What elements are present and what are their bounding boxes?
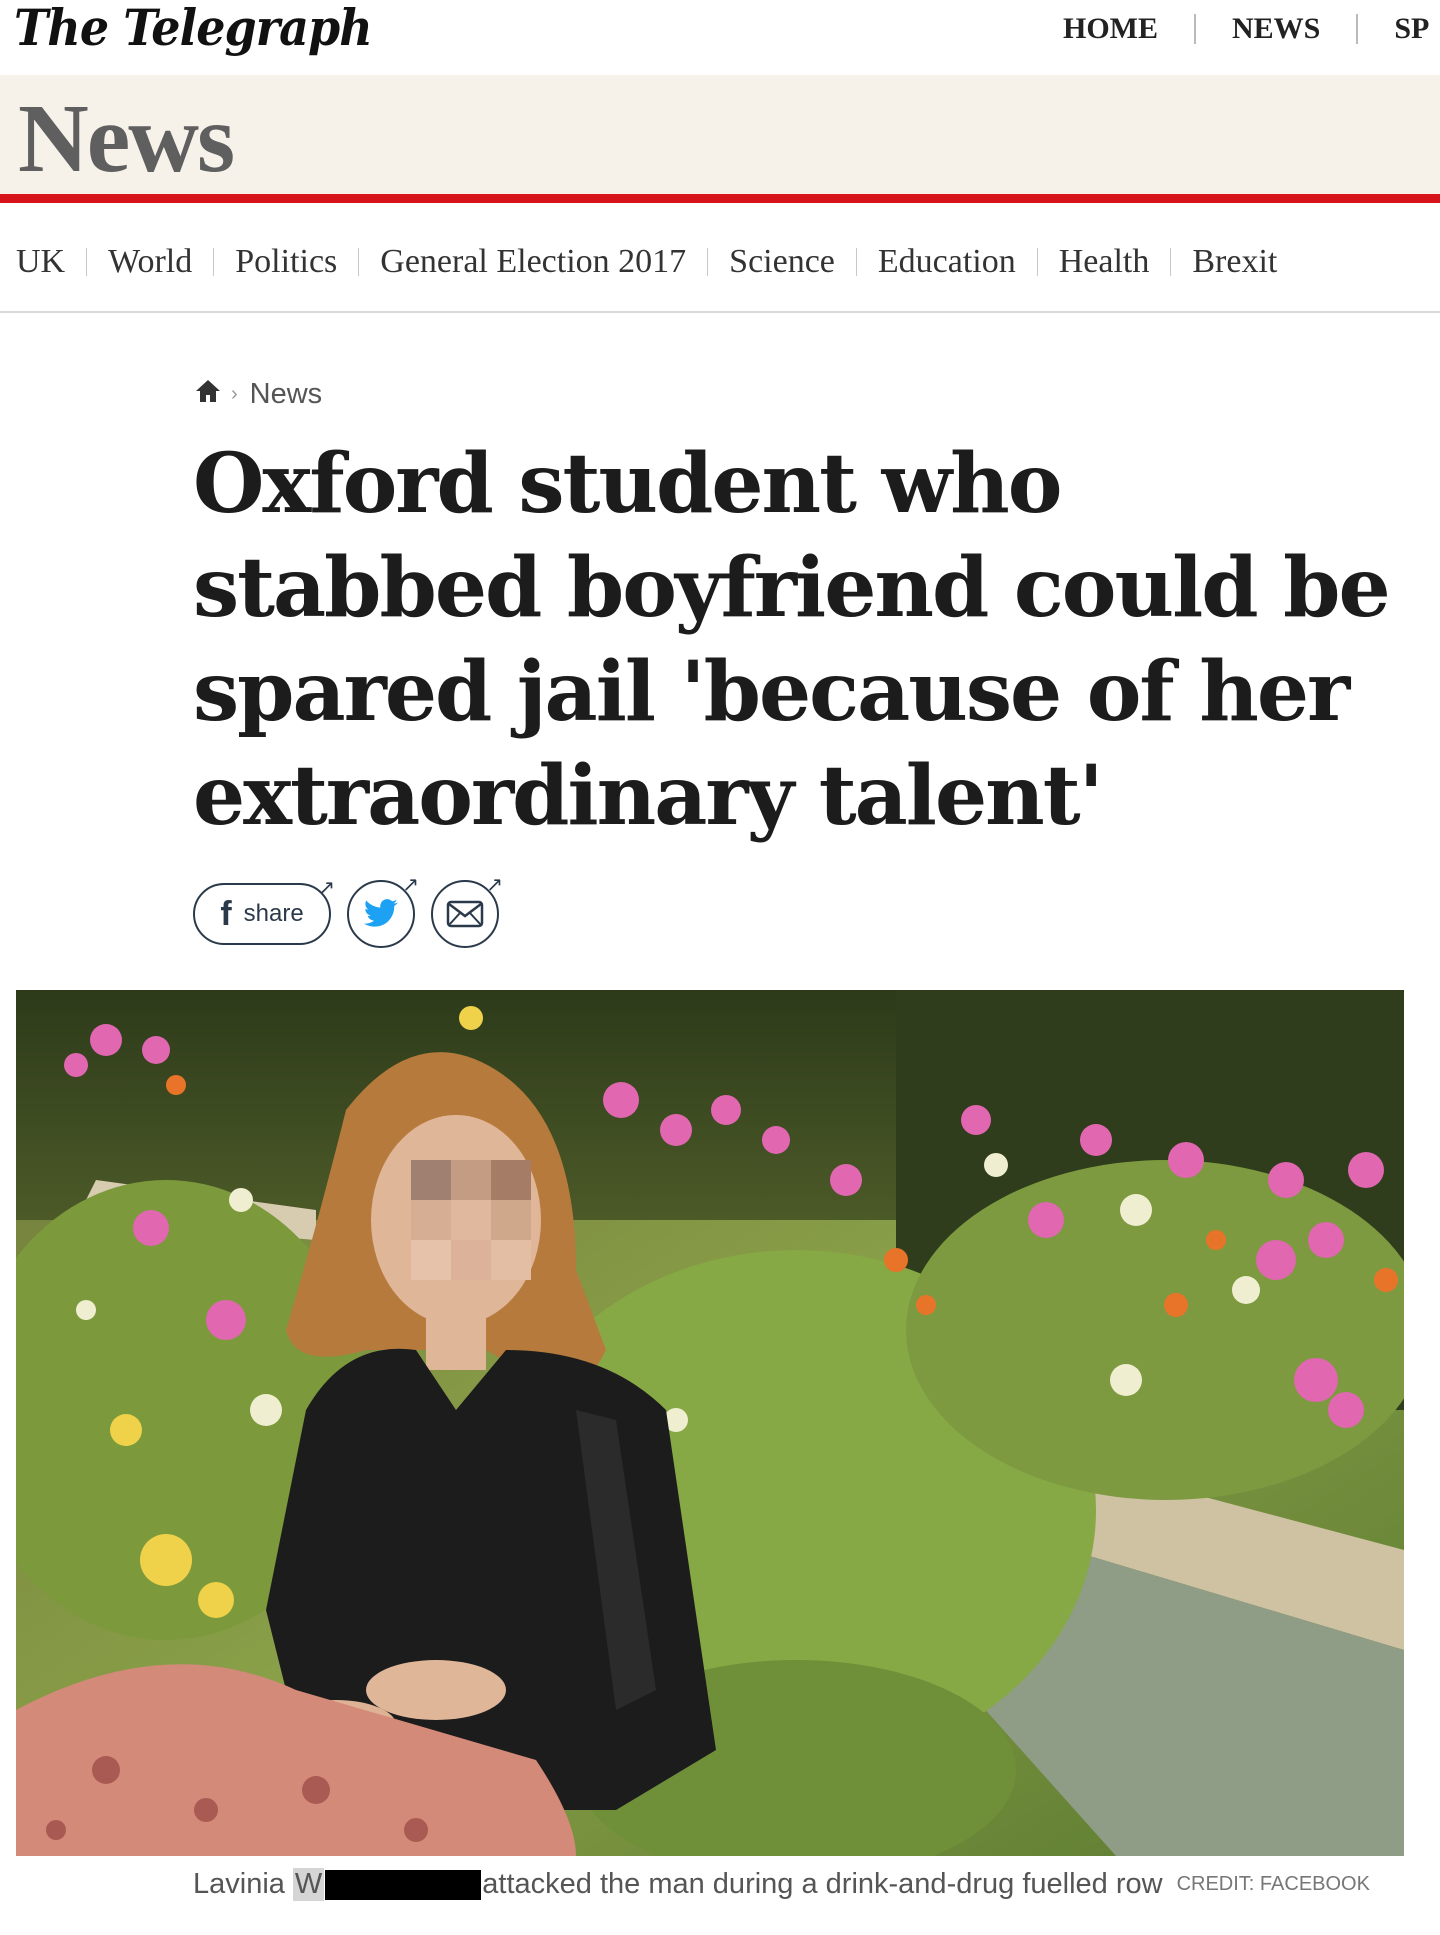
top-nav-home[interactable]: HOME (1063, 12, 1158, 46)
section-title[interactable]: News (18, 83, 235, 195)
sub-nav-education[interactable]: Education (878, 243, 1016, 281)
article-headline: Oxford student who stabbed boyfriend cou… (193, 436, 1391, 844)
sub-nav-divider (213, 247, 215, 276)
redaction-bar (325, 1869, 482, 1900)
article-lead-image[interactable] (16, 990, 1404, 1856)
chevron-right-icon: › (231, 383, 238, 405)
sub-nav-science[interactable]: Science (729, 243, 835, 281)
section-banner: News (0, 75, 1440, 203)
caption-text-start: Lavinia (193, 1868, 285, 1900)
sub-nav-health[interactable]: Health (1059, 243, 1150, 281)
top-nav: HOME NEWS SP (1063, 12, 1429, 46)
site-header: The Telegraph HOME NEWS SP (0, 0, 1440, 75)
garden-photo (16, 990, 1404, 1856)
image-caption: Lavinia W attacked the man during a drin… (193, 1868, 1370, 1901)
sub-nav-brexit[interactable]: Brexit (1192, 243, 1277, 281)
sub-nav-divider (86, 247, 88, 276)
sub-nav-divider (358, 247, 360, 276)
twitter-share-button[interactable]: ↗ (347, 872, 419, 948)
top-nav-news[interactable]: NEWS (1232, 12, 1320, 46)
twitter-icon (363, 899, 398, 927)
email-share-button[interactable]: ↗ (431, 872, 503, 948)
external-arrow-icon: ↗ (486, 872, 503, 896)
caption-text-rest: attacked the man during a drink-and-drug… (482, 1868, 1163, 1900)
top-nav-divider (1194, 14, 1196, 44)
sub-nav-world[interactable]: World (108, 243, 192, 281)
external-arrow-icon: ↗ (402, 872, 419, 896)
share-bar: f share ↗ ↗ ↗ (193, 872, 503, 948)
facebook-icon: f (220, 894, 232, 933)
site-logo[interactable]: The Telegraph (14, 0, 373, 57)
sub-nav-divider (707, 247, 709, 276)
sub-nav-divider (1036, 247, 1038, 276)
sub-nav-uk[interactable]: UK (16, 243, 65, 281)
sub-nav-general-election[interactable]: General Election 2017 (380, 243, 686, 281)
facebook-share-button[interactable]: f share ↗ (193, 875, 335, 945)
caption-initial: W (292, 1868, 325, 1901)
image-credit: CREDIT: FACEBOOK (1176, 1873, 1370, 1895)
breadcrumb: › News (195, 378, 322, 411)
share-label: share (243, 900, 304, 927)
top-nav-sport[interactable]: SP (1394, 12, 1429, 46)
top-nav-divider (1356, 14, 1359, 44)
external-arrow-icon: ↗ (318, 875, 335, 899)
home-icon[interactable] (195, 378, 231, 411)
envelope-icon (446, 900, 484, 928)
sub-nav-divider (1170, 247, 1172, 276)
breadcrumb-news[interactable]: News (250, 378, 323, 411)
sub-nav-politics[interactable]: Politics (235, 243, 337, 281)
section-sub-nav: UK World Politics General Election 2017 … (0, 212, 1440, 313)
sub-nav-divider (855, 247, 857, 276)
